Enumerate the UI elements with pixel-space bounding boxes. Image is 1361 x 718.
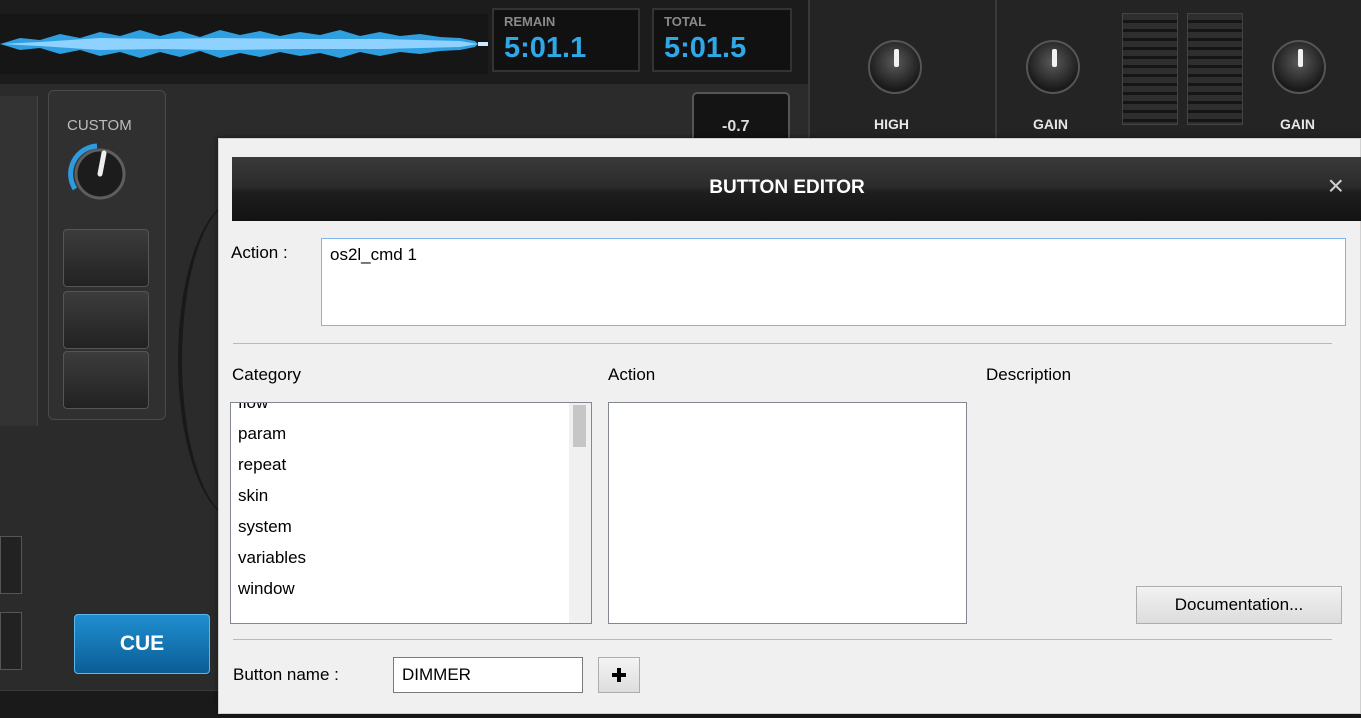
- dialog-titlebar[interactable]: BUTTON EDITOR ×: [232, 157, 1361, 221]
- mixer-divider: [995, 0, 997, 150]
- app-window: REMAIN 5:01.1 TOTAL 5:01.5 HIGH GAIN GAI…: [0, 0, 1361, 718]
- category-item-variables[interactable]: variables: [231, 542, 591, 573]
- pitch-value: -0.7: [722, 118, 750, 135]
- category-item-system[interactable]: system: [231, 511, 591, 542]
- dialog-title: BUTTON EDITOR: [709, 177, 865, 198]
- category-item-window[interactable]: window: [231, 573, 591, 604]
- mixer-panel: HIGH GAIN GAIN: [808, 0, 1361, 150]
- description-header: Description: [986, 365, 1072, 384]
- button-name-label: Button name :: [233, 665, 339, 684]
- action-field[interactable]: os2l_cmd 1: [321, 238, 1346, 326]
- remain-label: REMAIN: [504, 14, 556, 29]
- level-meter-right: [1187, 13, 1243, 125]
- button-name-field[interactable]: DIMMER: [393, 657, 583, 693]
- custom-knob[interactable]: [67, 141, 133, 207]
- category-list[interactable]: flow param repeat skin system variables …: [230, 402, 592, 624]
- category-item-skin[interactable]: skin: [231, 480, 591, 511]
- waveform-overview[interactable]: [0, 14, 488, 74]
- gain-left-knob[interactable]: [1026, 40, 1080, 94]
- deck-side-button-2[interactable]: [0, 612, 22, 670]
- gain-right-knob[interactable]: [1272, 40, 1326, 94]
- category-item-param[interactable]: param: [231, 418, 591, 449]
- total-label: TOTAL: [664, 14, 707, 29]
- custom-label: CUSTOM: [67, 117, 132, 134]
- action-list[interactable]: [608, 402, 967, 624]
- category-scrollbar[interactable]: [569, 403, 591, 623]
- scrollbar-thumb[interactable]: [573, 405, 586, 447]
- custom-panel: CUSTOM: [48, 90, 166, 420]
- gain-left-label: GAIN: [1033, 116, 1068, 132]
- deck-side-panel: [0, 96, 38, 426]
- custom-pad-3[interactable]: [63, 351, 149, 409]
- eq-high-knob[interactable]: [868, 40, 922, 94]
- action-label: Action :: [231, 243, 288, 262]
- category-item-repeat[interactable]: repeat: [231, 449, 591, 480]
- plus-icon: [612, 668, 626, 682]
- remain-time: 5:01.1: [504, 32, 587, 64]
- total-time: 5:01.5: [664, 32, 747, 64]
- cue-button[interactable]: CUE: [74, 614, 210, 674]
- remain-display[interactable]: REMAIN 5:01.1: [492, 8, 640, 72]
- category-header: Category: [232, 365, 301, 384]
- close-icon[interactable]: ×: [1328, 171, 1344, 201]
- action-list-header: Action: [608, 365, 656, 384]
- add-button[interactable]: [598, 657, 640, 693]
- button-editor-dialog: BUTTON EDITOR × Action : os2l_cmd 1 Cate…: [218, 138, 1361, 714]
- waveform-graphic: [0, 14, 488, 74]
- divider-bottom: [233, 639, 1332, 640]
- deck-side-button-1[interactable]: [0, 536, 22, 594]
- documentation-button[interactable]: Documentation...: [1136, 586, 1342, 624]
- divider-top: [233, 343, 1332, 344]
- eq-high-label: HIGH: [874, 116, 909, 132]
- gain-right-label: GAIN: [1280, 116, 1315, 132]
- level-meter-left: [1122, 13, 1178, 125]
- total-display[interactable]: TOTAL 5:01.5: [652, 8, 792, 72]
- custom-pad-1[interactable]: [63, 229, 149, 287]
- custom-pad-2[interactable]: [63, 291, 149, 349]
- category-item-flow[interactable]: flow: [231, 403, 591, 418]
